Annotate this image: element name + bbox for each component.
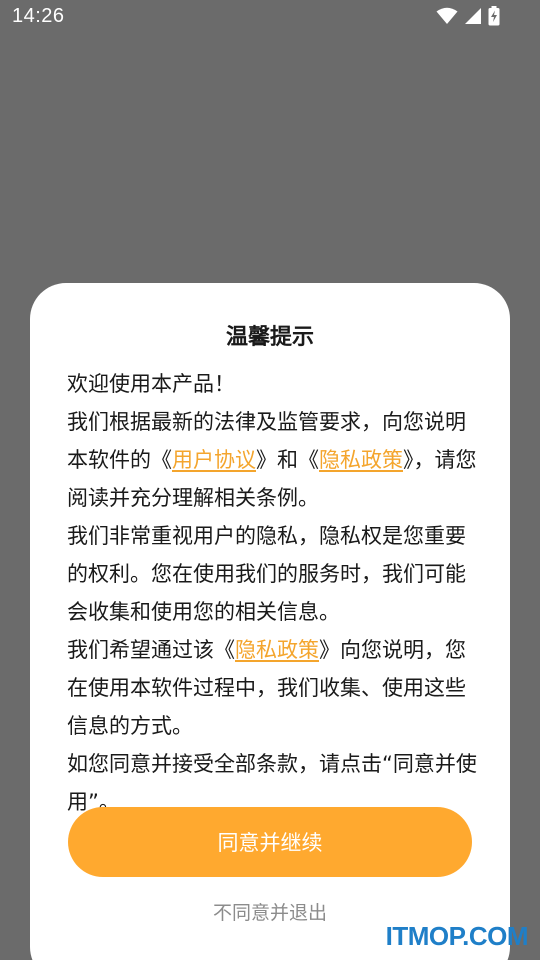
status-time: 14:26 [12,5,65,27]
privacy-dialog: 温馨提示 欢迎使用本产品！ 我们根据最新的法律及监管要求，向您说明本软件的《用户… [30,283,510,960]
status-icons [436,6,500,26]
privacy-policy-link[interactable]: 隐私政策 [319,448,403,472]
battery-charging-icon [488,6,500,26]
dialog-title: 温馨提示 [225,325,314,350]
cell-signal-icon [465,8,481,24]
privacy-policy-link-2[interactable]: 隐私政策 [235,638,319,662]
watermark-logo: ITMOP.COM [385,921,529,951]
paragraph-legal: 我们根据最新的法律及监管要求，向您说明本软件的《用户协议》和《隐私政策》，请您阅… [67,403,479,517]
intro-text: 欢迎使用本产品！ [67,372,235,396]
status-bar: 14:26 [0,0,540,34]
wifi-icon [436,7,458,24]
paragraph-privacy: 我们非常重视用户的隐私，隐私权是您重要的权利。您在使用我们的服务时，我们可能会收… [67,524,466,624]
paragraph-legal-mid: 》和《 [256,448,319,472]
paragraph-policy-start: 我们希望通过该《 [67,638,235,662]
paragraph-policy: 我们希望通过该《隐私政策》向您说明，您在使用本软件过程中，我们收集、使用这些信息… [67,631,479,745]
dialog-body: 欢迎使用本产品！ 我们根据最新的法律及监管要求，向您说明本软件的《用户协议》和《… [67,365,479,821]
user-agreement-link[interactable]: 用户协议 [172,448,256,472]
agree-continue-button[interactable]: 同意并继续 [68,807,472,877]
